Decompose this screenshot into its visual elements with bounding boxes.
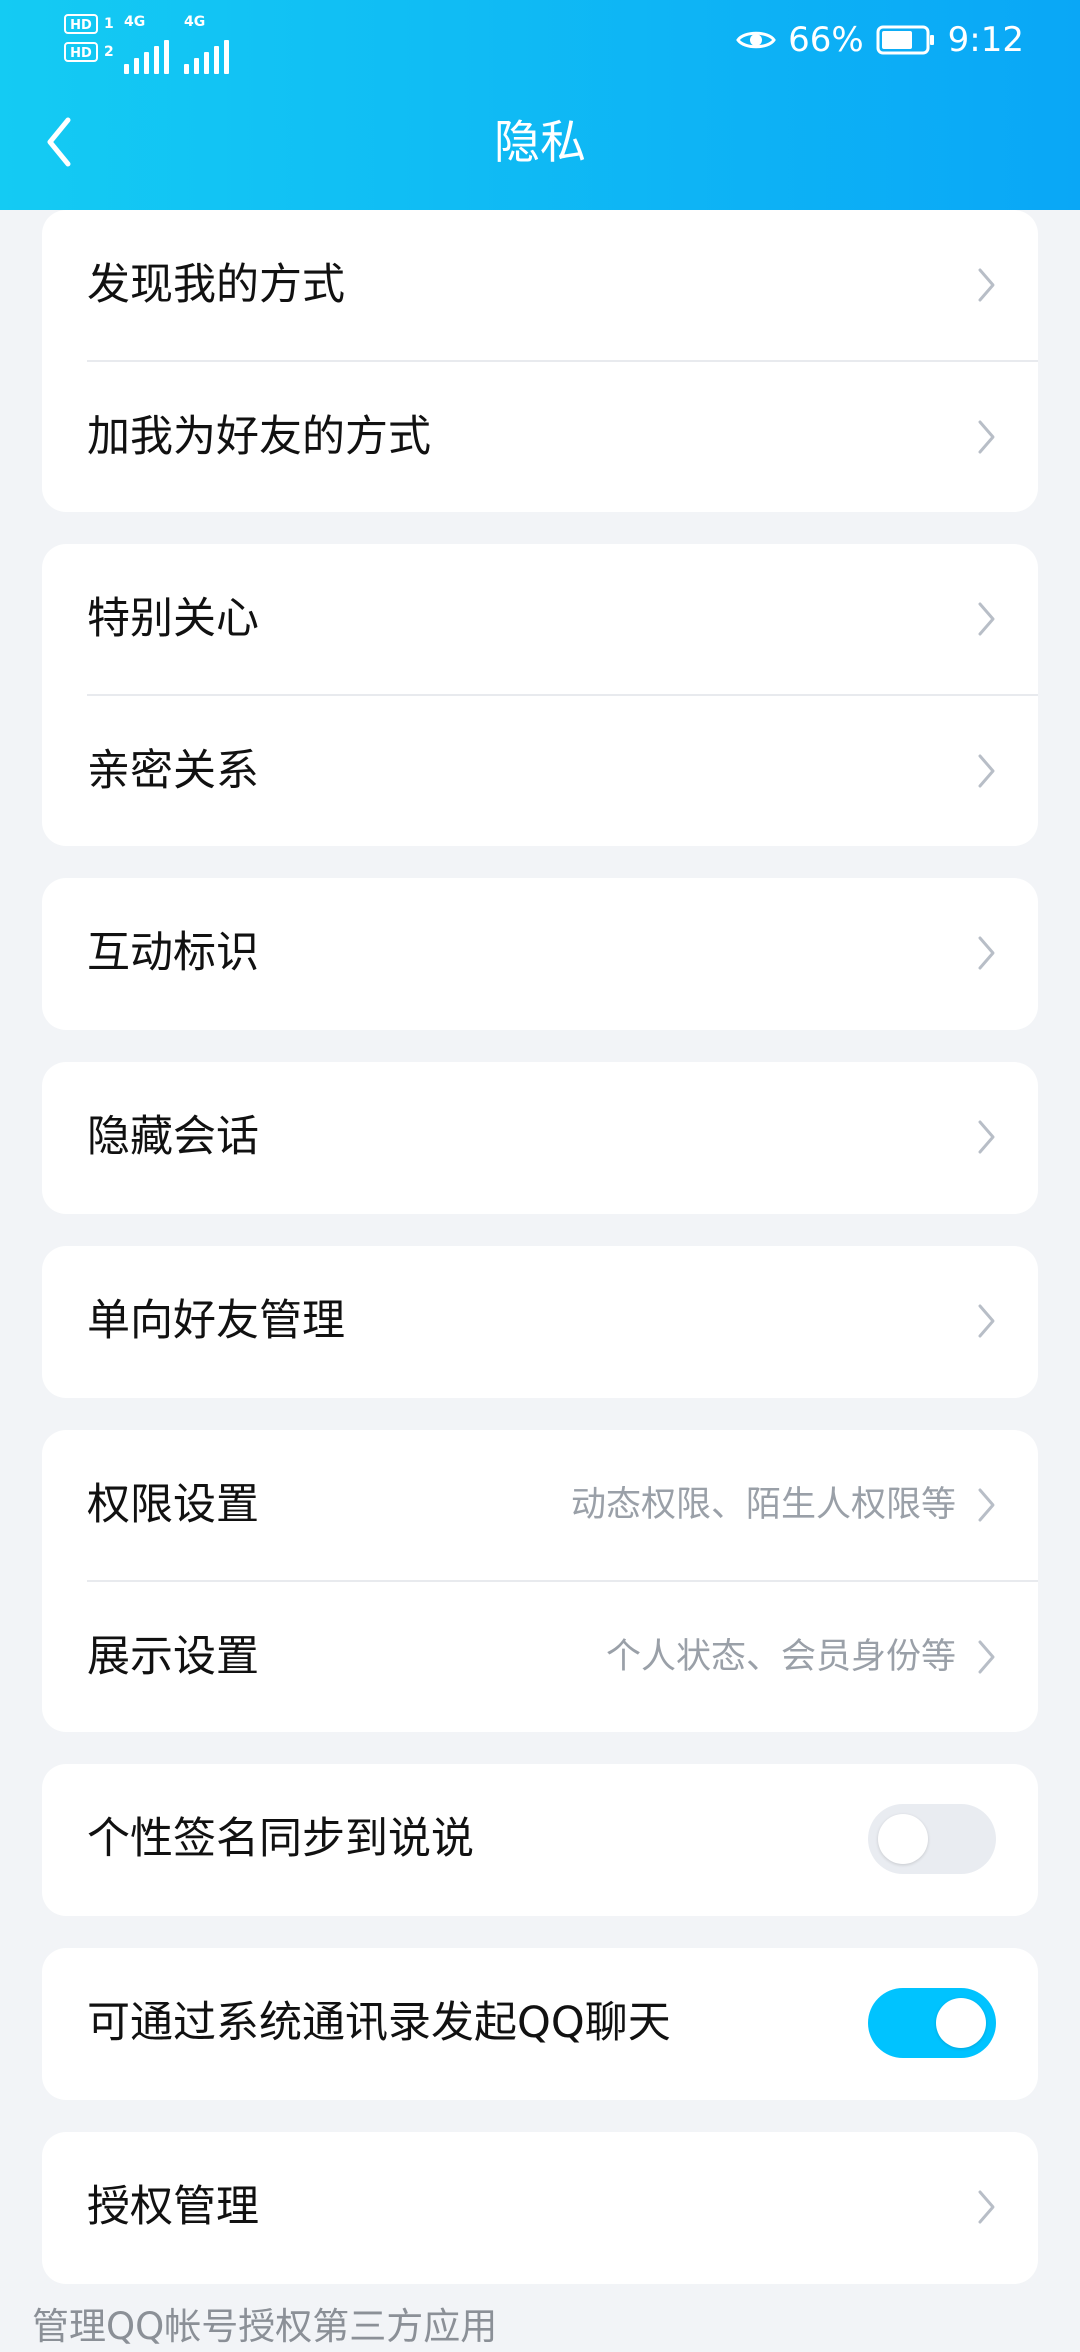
one-way-friends-row[interactable]: 单向好友管理 bbox=[42, 1246, 1038, 1396]
row-label: 个性签名同步到说说 bbox=[87, 1814, 474, 1864]
app-header: HD 1 HD 2 4G 4G 66% 9:12 隐私 bbox=[0, 0, 1080, 210]
hd1-badge: HD bbox=[64, 14, 98, 34]
battery-icon bbox=[876, 25, 936, 55]
section-card-6: 权限设置 动态权限、陌生人权限等 展示设置 个人状态、会员身份等 bbox=[42, 1430, 1038, 1732]
chevron-right-icon bbox=[978, 754, 995, 788]
discover-me-row[interactable]: 发现我的方式 bbox=[42, 210, 1038, 360]
sim1-number: 1 bbox=[104, 16, 114, 32]
row-label: 互动标识 bbox=[87, 928, 259, 978]
contacts-chat-toggle[interactable] bbox=[868, 1988, 996, 2058]
authorization-footer-note: 管理QQ帐号授权第三方应用 bbox=[32, 2305, 498, 2348]
chevron-right-icon bbox=[978, 1488, 995, 1522]
section-card-1: 发现我的方式 加我为好友的方式 bbox=[42, 210, 1038, 512]
battery-percentage: 66% bbox=[788, 20, 864, 60]
network-type-2: 4G bbox=[184, 14, 206, 30]
toggle-knob bbox=[936, 1998, 986, 2048]
toggle-knob bbox=[878, 1814, 928, 1864]
chevron-right-icon bbox=[978, 1120, 995, 1154]
row-subtitle: 个人状态、会员身份等 bbox=[605, 1637, 956, 1677]
section-card-3: 互动标识 bbox=[42, 878, 1038, 1030]
chevron-right-icon bbox=[978, 936, 995, 970]
row-label: 特别关心 bbox=[87, 594, 259, 644]
permission-settings-row[interactable]: 权限设置 动态权限、陌生人权限等 bbox=[42, 1430, 1038, 1580]
cellular-status: HD 1 HD 2 4G 4G bbox=[64, 12, 254, 74]
add-friend-method-row[interactable]: 加我为好友的方式 bbox=[42, 362, 1038, 512]
row-subtitle: 动态权限、陌生人权限等 bbox=[570, 1485, 956, 1525]
row-label: 加我为好友的方式 bbox=[87, 412, 431, 462]
hidden-chats-row[interactable]: 隐藏会话 bbox=[42, 1062, 1038, 1212]
section-card-8: 可通过系统通讯录发起QQ聊天 bbox=[42, 1948, 1038, 2100]
intimate-relationship-row[interactable]: 亲密关系 bbox=[42, 696, 1038, 846]
contacts-chat-row: 可通过系统通讯录发起QQ聊天 bbox=[42, 1948, 1038, 2098]
row-label: 展示设置 bbox=[87, 1632, 259, 1682]
chevron-right-icon bbox=[978, 1304, 995, 1338]
network-type-1: 4G bbox=[124, 14, 146, 30]
chevron-right-icon bbox=[978, 1640, 995, 1674]
signature-sync-row: 个性签名同步到说说 bbox=[42, 1764, 1038, 1914]
page-title: 隐私 bbox=[494, 115, 586, 169]
section-card-2: 特别关心 亲密关系 bbox=[42, 544, 1038, 846]
row-label: 亲密关系 bbox=[87, 746, 259, 796]
sim2-number: 2 bbox=[104, 44, 114, 60]
special-care-row[interactable]: 特别关心 bbox=[42, 544, 1038, 694]
chevron-right-icon bbox=[978, 602, 995, 636]
chevron-right-icon bbox=[978, 420, 995, 454]
row-label: 可通过系统通讯录发起QQ聊天 bbox=[87, 1998, 671, 2048]
signature-sync-toggle[interactable] bbox=[868, 1804, 996, 1874]
clock-time: 9:12 bbox=[947, 20, 1024, 60]
row-label: 发现我的方式 bbox=[87, 260, 345, 310]
row-label: 权限设置 bbox=[87, 1480, 259, 1530]
authorization-management-row[interactable]: 授权管理 bbox=[42, 2132, 1038, 2282]
section-card-4: 隐藏会话 bbox=[42, 1062, 1038, 1214]
chevron-right-icon bbox=[978, 2190, 995, 2224]
hd2-badge: HD bbox=[64, 42, 98, 62]
status-right: 66% 9:12 bbox=[736, 18, 1024, 62]
signal-bars-1-icon bbox=[124, 40, 174, 74]
section-card-9: 授权管理 bbox=[42, 2132, 1038, 2284]
section-card-5: 单向好友管理 bbox=[42, 1246, 1038, 1398]
interaction-badge-row[interactable]: 互动标识 bbox=[42, 878, 1038, 1028]
row-label: 单向好友管理 bbox=[87, 1296, 345, 1346]
signal-bars-2-icon bbox=[184, 40, 234, 74]
display-settings-row[interactable]: 展示设置 个人状态、会员身份等 bbox=[42, 1582, 1038, 1732]
row-label: 隐藏会话 bbox=[87, 1112, 259, 1162]
section-card-7: 个性签名同步到说说 bbox=[42, 1764, 1038, 1916]
chevron-right-icon bbox=[978, 268, 995, 302]
eye-icon bbox=[736, 27, 776, 53]
row-label: 授权管理 bbox=[87, 2182, 259, 2232]
